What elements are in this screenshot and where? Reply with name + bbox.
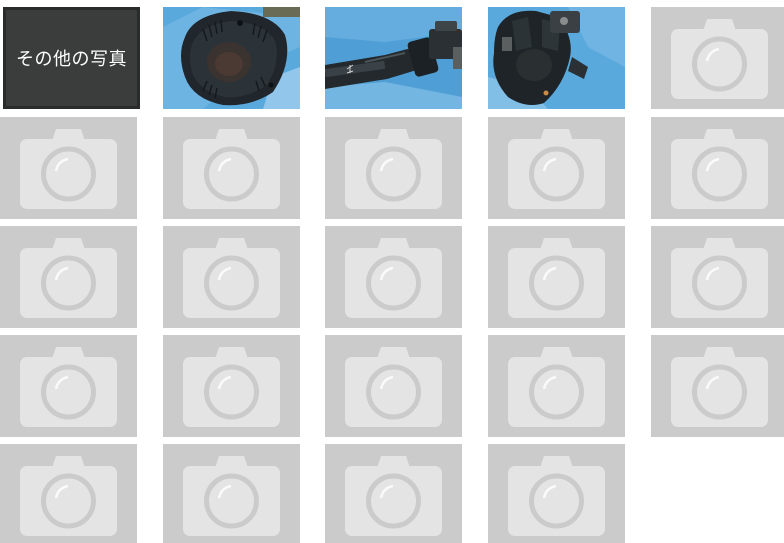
camera-icon — [0, 226, 137, 328]
camera-icon — [325, 226, 462, 328]
camera-icon — [0, 117, 137, 219]
placeholder-tile[interactable] — [0, 335, 137, 437]
placeholder-tile[interactable] — [325, 335, 462, 437]
camera-icon — [651, 7, 784, 109]
placeholder-tile[interactable] — [488, 117, 625, 219]
camera-icon — [488, 117, 625, 219]
flange-end-image — [163, 7, 300, 109]
camera-icon — [325, 335, 462, 437]
placeholder-tile[interactable] — [163, 444, 300, 543]
thumbnail-photo-1[interactable] — [163, 7, 300, 109]
other-photos-label: その他の写真 — [16, 49, 127, 70]
other-photos-button[interactable]: その他の写真 — [3, 7, 140, 109]
camera-icon — [325, 117, 462, 219]
placeholder-tile[interactable] — [325, 117, 462, 219]
camera-icon — [488, 444, 625, 543]
camera-icon — [0, 335, 137, 437]
camera-icon — [163, 444, 300, 543]
camera-icon — [163, 226, 300, 328]
camera-icon — [163, 335, 300, 437]
placeholder-tile[interactable] — [651, 7, 784, 109]
placeholder-tile[interactable] — [651, 335, 784, 437]
camera-icon — [651, 335, 784, 437]
placeholder-tile[interactable] — [0, 444, 137, 543]
camera-icon — [325, 444, 462, 543]
camera-icon — [488, 335, 625, 437]
photo-gallery: その他の写真 — [0, 0, 784, 543]
placeholder-tile[interactable] — [651, 226, 784, 328]
placeholder-tile[interactable] — [488, 444, 625, 543]
camera-icon — [651, 226, 784, 328]
placeholder-tile[interactable] — [0, 117, 137, 219]
placeholder-tile[interactable] — [488, 335, 625, 437]
placeholder-tile[interactable] — [325, 444, 462, 543]
camera-icon — [0, 444, 137, 543]
camera-icon — [163, 117, 300, 219]
camera-icon — [488, 226, 625, 328]
placeholder-tile[interactable] — [163, 226, 300, 328]
placeholder-tile[interactable] — [488, 226, 625, 328]
placeholder-tile[interactable] — [651, 117, 784, 219]
placeholder-tile[interactable] — [0, 226, 137, 328]
universal-joint-image — [488, 7, 625, 109]
placeholder-tile[interactable] — [325, 226, 462, 328]
camera-icon — [651, 117, 784, 219]
placeholder-tile[interactable] — [163, 335, 300, 437]
thumbnail-photo-2[interactable] — [325, 7, 462, 109]
placeholder-tile[interactable] — [163, 117, 300, 219]
shaft-joint-image — [325, 7, 462, 109]
thumbnail-photo-3[interactable] — [488, 7, 625, 109]
